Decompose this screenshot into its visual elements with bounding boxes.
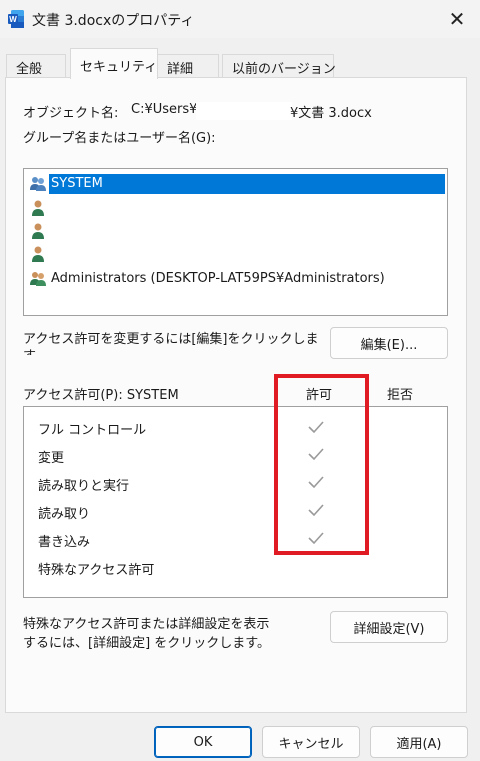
permission-name: フル コントロール (38, 423, 147, 438)
word-document-icon: W (8, 10, 24, 28)
permissions-header: アクセス許可(P): SYSTEM (23, 388, 179, 403)
ok-button[interactable]: OK (154, 726, 252, 758)
advanced-instruction-line1: 特殊なアクセス許可または詳細設定を表示 (23, 617, 270, 632)
user-name (49, 244, 54, 264)
user-icon (32, 246, 44, 262)
user-name (49, 198, 54, 218)
user-name (49, 221, 54, 241)
user-name: Administrators (DESKTOP-LAT59PS¥Administ… (51, 271, 385, 286)
deny-column-header: 拒否 (387, 388, 414, 403)
list-item-user[interactable] (27, 197, 445, 219)
object-path-end: ¥文書 3.docx (290, 106, 372, 121)
object-path-start: C:¥Users¥ (131, 102, 198, 117)
tab-previous-versions[interactable]: 以前のバージョン (222, 54, 336, 78)
edit-instruction-line1: アクセス許可を変更するには[編集]をクリックしま (23, 332, 319, 347)
close-icon: ✕ (448, 7, 466, 31)
groups-label: グループ名またはユーザー名(G): (23, 131, 216, 146)
cancel-button[interactable]: キャンセル (262, 726, 360, 758)
advanced-button[interactable]: 詳細設定(V) (330, 611, 448, 643)
object-name-label: オブジェクト名: (23, 106, 119, 121)
admin-group-icon (30, 272, 46, 286)
user-icon (32, 223, 44, 239)
user-icon (32, 200, 44, 216)
tab-security[interactable]: セキュリティ (70, 48, 158, 79)
apply-button[interactable]: 適用(A) (370, 726, 468, 758)
permission-name: 書き込み (38, 535, 91, 550)
group-users-icon (30, 177, 46, 191)
tab-details[interactable]: 詳細 (157, 54, 219, 78)
list-item-system[interactable]: SYSTEM (27, 173, 445, 195)
window-title: 文書 3.docxのプロパティ (32, 13, 195, 29)
user-name: SYSTEM (49, 174, 445, 194)
edit-button[interactable]: 編集(E)... (330, 327, 448, 359)
svg-text:W: W (9, 15, 17, 24)
users-listbox[interactable]: SYSTEM Administrators (DESKTOP-LAT59PS¥A… (23, 168, 448, 316)
close-button[interactable]: ✕ (434, 0, 480, 38)
permission-name: 変更 (38, 451, 65, 466)
list-item-user[interactable] (27, 220, 445, 242)
permission-name: 読み取りと実行 (38, 479, 130, 494)
tab-bar: 全般 セキュリティ 詳細 以前のバージョン (0, 48, 480, 79)
redacted-username (196, 102, 292, 120)
list-item-administrators[interactable]: Administrators (DESKTOP-LAT59PS¥Administ… (27, 268, 445, 290)
edit-instruction-line2: す (23, 345, 36, 355)
permissions-listbox[interactable]: フル コントロール 変更 読み取りと実行 読み取り 書き込み 特殊なアクセス許可 (23, 406, 448, 598)
allow-column-highlight (274, 374, 369, 555)
advanced-instruction-line2: するには、[詳細設定] をクリックします。 (23, 636, 270, 651)
title-bar: W 文書 3.docxのプロパティ ✕ (0, 0, 480, 38)
list-item-user[interactable] (27, 243, 445, 265)
permission-name: 特殊なアクセス許可 (38, 563, 155, 578)
tab-general[interactable]: 全般 (6, 54, 66, 78)
permission-name: 読み取り (38, 507, 91, 522)
